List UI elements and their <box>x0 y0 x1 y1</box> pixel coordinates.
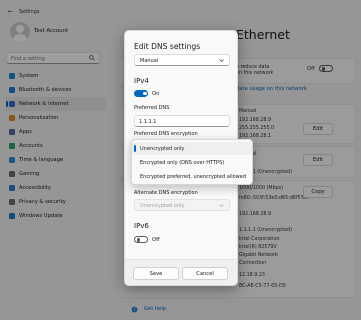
ipv4-toggle[interactable] <box>134 90 148 97</box>
preferred-encryption-label: Preferred DNS encryption <box>134 131 198 137</box>
dns-mode-dropdown[interactable]: Manual <box>134 54 230 66</box>
encryption-option-label: Unencrypted only <box>140 145 185 152</box>
encryption-option-label: Encrypted only (DNS over HTTPS) <box>140 159 225 166</box>
save-button[interactable]: Save <box>133 267 179 280</box>
dialog-title: Edit DNS settings <box>134 42 201 51</box>
ipv4-heading: IPv4 <box>134 77 149 85</box>
ipv4-toggle-label: On <box>152 91 160 97</box>
alternate-encryption-dropdown[interactable]: Unencrypted only <box>134 199 230 211</box>
encryption-option-label: Encrypted preferred, unencrypted allowed <box>140 173 247 180</box>
chevron-down-icon <box>219 204 224 207</box>
dialog-footer: Save Cancel <box>125 259 237 285</box>
settings-window: ← Settings Test Account SystemBluetooth … <box>0 0 361 320</box>
ipv6-heading: IPv6 <box>134 222 149 230</box>
encryption-dropdown-menu: Unencrypted only Encrypted only (DNS over… <box>131 139 253 185</box>
dns-mode-value: Manual <box>140 58 159 64</box>
alternate-encryption-label: Alternate DNS encryption <box>134 190 198 196</box>
preferred-dns-field[interactable] <box>134 115 230 127</box>
alternate-encryption-value: Unencrypted only <box>140 203 185 209</box>
ipv6-toggle[interactable] <box>134 236 148 243</box>
encryption-option[interactable]: Unencrypted only <box>132 142 252 155</box>
preferred-dns-input[interactable] <box>139 117 225 126</box>
chevron-down-icon <box>219 59 224 62</box>
encryption-option[interactable]: Encrypted preferred, unencrypted allowed <box>132 170 252 183</box>
cancel-button[interactable]: Cancel <box>182 267 228 280</box>
preferred-dns-label: Preferred DNS <box>134 105 170 111</box>
ipv6-toggle-label: Off <box>152 237 160 243</box>
encryption-option[interactable]: Encrypted only (DNS over HTTPS) <box>132 156 252 169</box>
